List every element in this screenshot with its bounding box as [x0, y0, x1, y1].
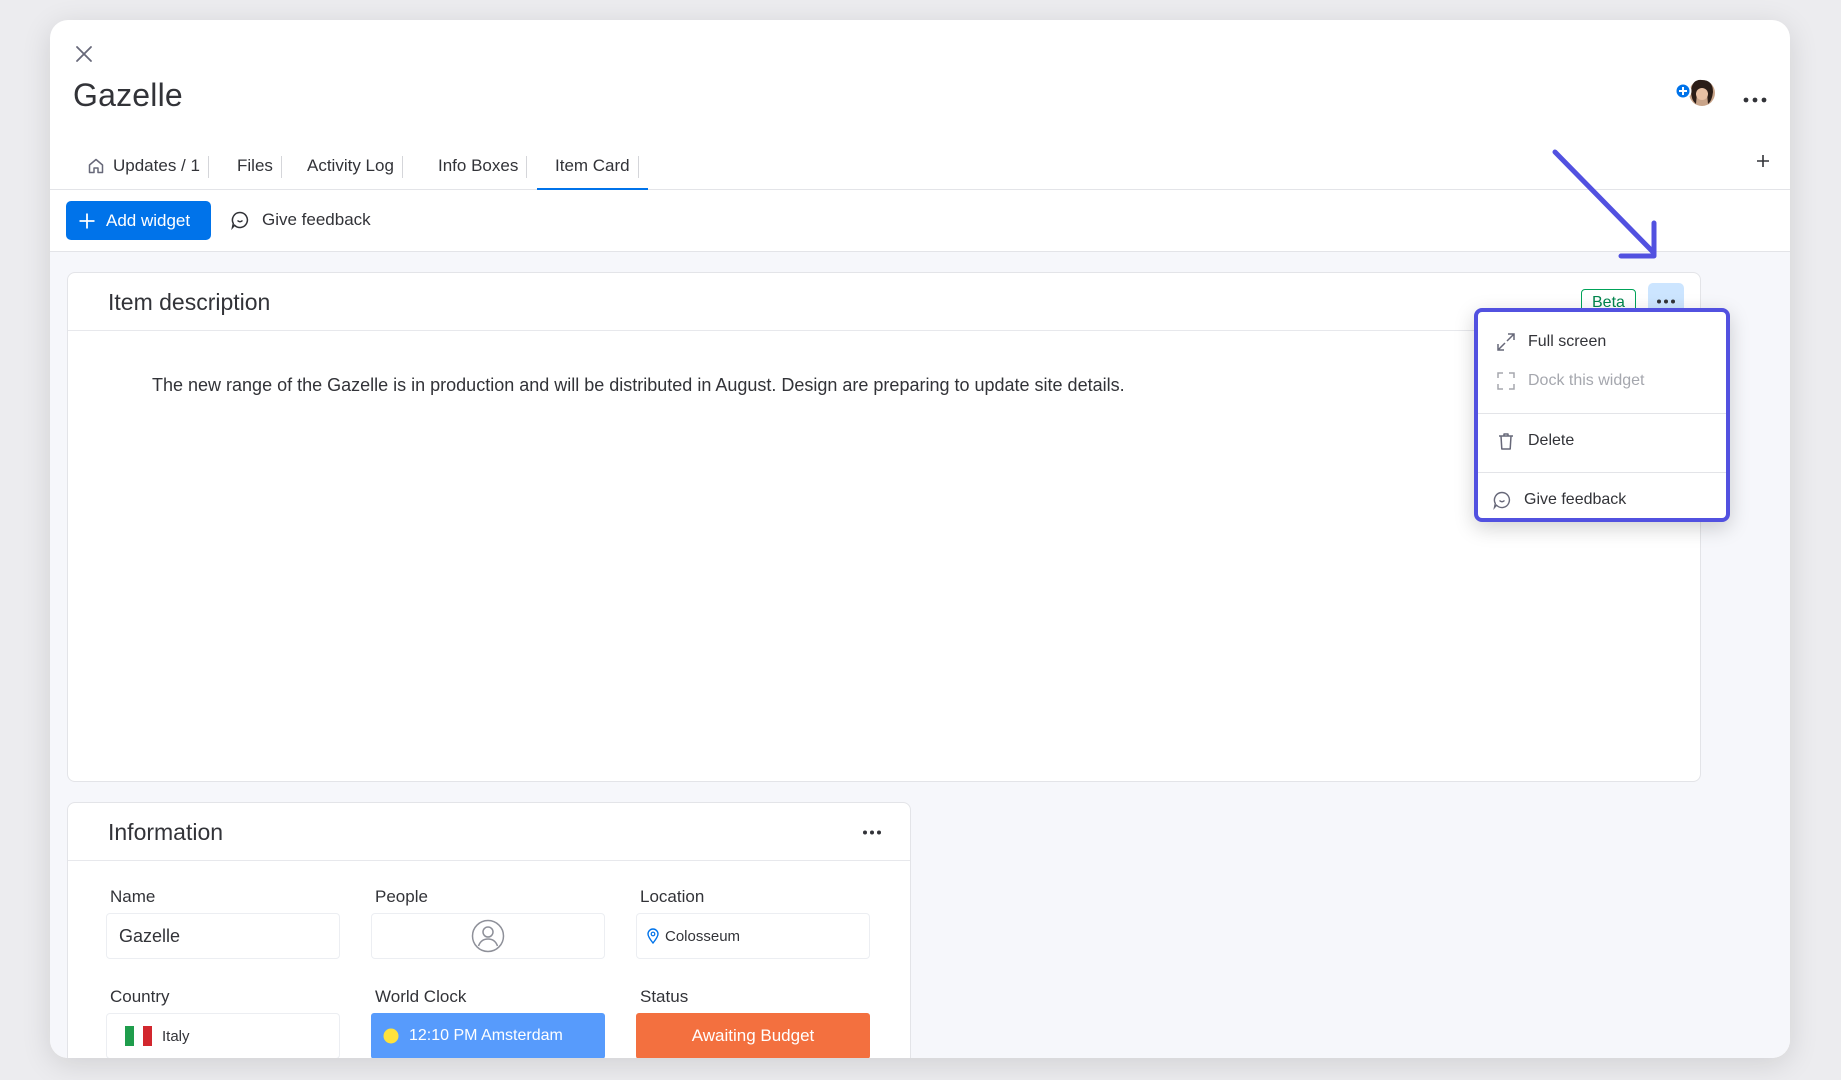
country-label: Country	[110, 987, 170, 1006]
item-description-widget: Item description Beta The new range of t…	[67, 272, 1701, 782]
person-icon	[471, 919, 505, 953]
sun-icon	[383, 1028, 399, 1044]
add-widget-label: Add widget	[106, 210, 191, 230]
add-widget-button[interactable]: Add widget	[66, 201, 211, 240]
name-field[interactable]: Gazelle	[106, 913, 340, 959]
location-pin-icon	[647, 928, 659, 944]
widget-more-button[interactable]	[854, 814, 890, 850]
name-label: Name	[110, 887, 156, 906]
subscribers-avatars[interactable]	[1672, 75, 1720, 111]
tab-label: Updates / 1	[113, 156, 200, 175]
plus-icon	[1757, 155, 1769, 167]
give-feedback-label: Give feedback	[262, 210, 371, 229]
tab-label: Info Boxes	[438, 156, 519, 175]
people-field[interactable]	[371, 913, 605, 959]
avatar	[1674, 79, 1715, 106]
tab-label: Activity Log	[307, 156, 394, 175]
menu-divider	[1478, 413, 1726, 414]
widget-toolbar: Add widget Give feedback	[50, 190, 1790, 252]
country-field[interactable]: Italy	[106, 1013, 340, 1058]
menu-item-label: Full screen	[1528, 333, 1607, 350]
tab-files[interactable]: Files	[237, 142, 282, 190]
menu-item-give-feedback[interactable]: Give feedback	[1492, 490, 1626, 510]
menu-divider	[1478, 472, 1726, 473]
tab-item-card[interactable]: Item Card	[537, 142, 648, 191]
world-clock-label: World Clock	[375, 987, 467, 1006]
widget-header: Item description Beta	[68, 273, 1700, 331]
close-button[interactable]	[68, 38, 100, 70]
item-more-button[interactable]	[1740, 90, 1770, 110]
menu-item-label: Dock this widget	[1528, 372, 1645, 389]
location-label: Location	[640, 887, 705, 906]
country-value: Italy	[162, 1027, 190, 1045]
dock-icon	[1497, 372, 1515, 390]
people-label: People	[375, 887, 428, 906]
tab-info-boxes[interactable]: Info Boxes	[438, 142, 528, 190]
more-horizontal-icon	[1743, 97, 1767, 103]
more-horizontal-icon	[1657, 299, 1675, 303]
widget-title: Information	[108, 819, 224, 845]
widget-options-menu: Full screen Dock this widget Delete Give…	[1474, 308, 1730, 522]
feedback-icon	[231, 211, 249, 230]
location-field[interactable]: Colosseum	[636, 913, 870, 959]
tab-label: Files	[237, 156, 273, 175]
item-description-text[interactable]: The new range of the Gazelle is in produ…	[152, 375, 1125, 396]
world-clock-field[interactable]: 12:10 PM Amsterdam	[371, 1013, 605, 1058]
trash-icon	[1499, 433, 1513, 450]
name-value: Gazelle	[119, 925, 181, 946]
menu-item-label: Give feedback	[1524, 491, 1627, 508]
plus-icon	[79, 213, 95, 228]
tab-label: Item Card	[555, 156, 630, 175]
menu-item-dock-widget[interactable]: Dock this widget	[1496, 371, 1645, 391]
world-clock-value: 12:10 PM Amsterdam	[409, 1027, 563, 1044]
home-icon	[88, 158, 104, 174]
item-card-window: Gazelle Updates / 1 Files Activity Log I…	[50, 20, 1790, 1058]
location-value: Colosseum	[665, 927, 741, 945]
more-horizontal-icon	[863, 830, 881, 834]
item-tabs: Updates / 1 Files Activity Log Info Boxe…	[50, 142, 1790, 191]
tab-updates[interactable]: Updates / 1	[87, 142, 209, 190]
widget-title: Item description	[108, 289, 271, 315]
menu-item-full-screen[interactable]: Full screen	[1496, 332, 1606, 352]
italy-flag-icon	[125, 1026, 152, 1046]
widget-header: Information	[68, 803, 910, 861]
feedback-icon	[1493, 491, 1511, 510]
tab-activity-log[interactable]: Activity Log	[307, 142, 403, 190]
menu-item-label: Delete	[1528, 432, 1575, 449]
close-icon	[76, 46, 92, 62]
give-feedback-button[interactable]: Give feedback	[230, 210, 371, 230]
expand-icon	[1497, 333, 1515, 351]
add-tab-button[interactable]	[1750, 148, 1776, 174]
item-title: Gazelle	[73, 77, 183, 113]
status-field[interactable]: Awaiting Budget	[636, 1013, 870, 1058]
information-widget: Information Name Gazelle People Location…	[67, 802, 911, 1058]
menu-item-delete[interactable]: Delete	[1496, 431, 1574, 451]
status-value: Awaiting Budget	[691, 1026, 815, 1045]
status-label: Status	[640, 987, 689, 1006]
